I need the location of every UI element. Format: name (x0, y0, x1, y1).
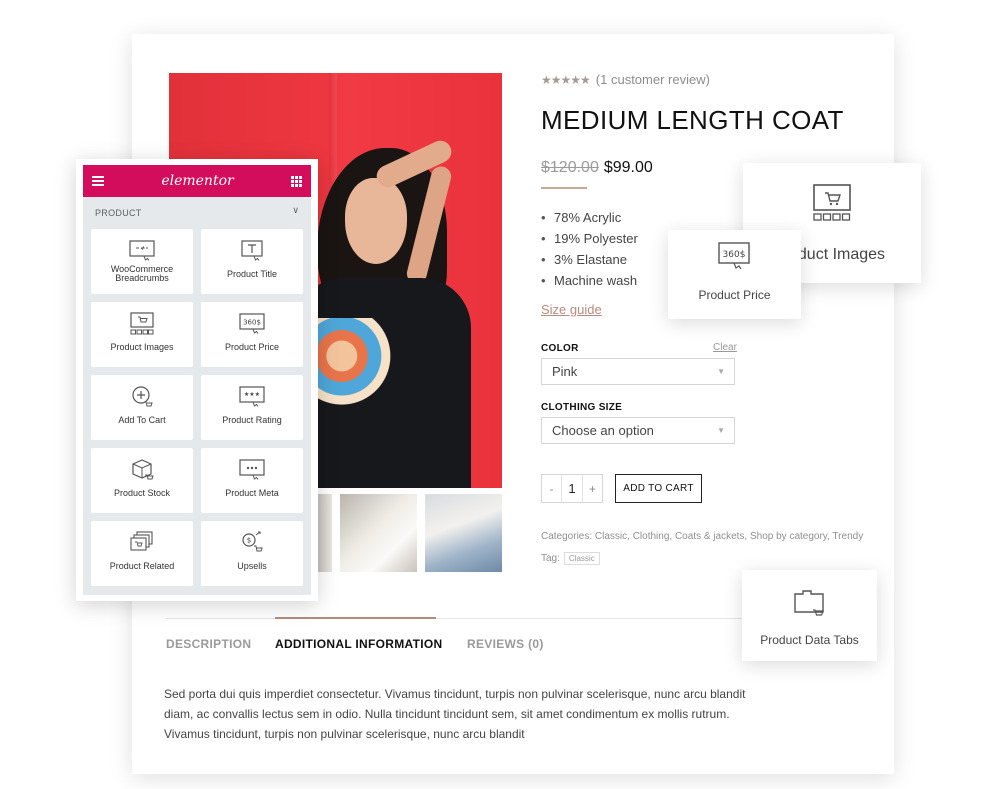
add-to-cart-button[interactable]: ADD TO CART (615, 474, 702, 503)
clothing-size-label: CLOTHING SIZE (541, 402, 623, 413)
product-price-icon: 360$ (239, 313, 265, 334)
widget-product-meta[interactable]: Product Meta (201, 448, 303, 513)
widget-label: Product Related (109, 561, 175, 571)
product-data-tabs-icon (794, 590, 824, 616)
widget-label: Add To Cart (118, 415, 166, 425)
svg-text:$: $ (247, 537, 251, 545)
widget-label: WooCommerce Breadcrumbs (110, 264, 174, 283)
widget-label: Product Meta (225, 488, 279, 498)
widget-product-images[interactable]: Product Images (91, 302, 193, 367)
feature-item: 78% Acrylic (541, 207, 638, 228)
tab-reviews[interactable]: REVIEWS (0) (467, 637, 544, 651)
review-count-link[interactable]: (1 customer review) (596, 72, 710, 87)
chevron-down-icon: ▼ (717, 426, 725, 435)
product-price-icon: 360$ (718, 242, 750, 270)
product-price: $120.00 $99.00 (541, 159, 653, 177)
svg-text:360$: 360$ (243, 319, 261, 327)
product-stock-icon (132, 459, 154, 480)
feature-item: 3% Elastane (541, 249, 638, 270)
widget-label: Product Price (224, 342, 280, 352)
product-title: MEDIUM LENGTH COAT (541, 105, 844, 135)
quantity-plus-button[interactable]: + (583, 482, 602, 496)
tag-link[interactable]: Classic (563, 552, 600, 565)
feature-item: Machine wash (541, 270, 638, 291)
star-rating-icon: ★★★★★ (541, 72, 591, 87)
add-to-cart-icon (132, 386, 153, 407)
price-divider (541, 187, 587, 189)
product-categories: Categories: Classic, Clothing, Coats & j… (541, 531, 864, 542)
clothing-size-select[interactable]: Choose an option ▼ (541, 417, 735, 444)
size-select-value: Choose an option (552, 423, 654, 438)
color-select-value: Pink (552, 364, 578, 379)
widget-product-title[interactable]: Product Title (201, 229, 303, 294)
product-thumbnail[interactable] (318, 494, 332, 572)
quantity-stepper[interactable]: - 1 + (541, 474, 603, 503)
product-thumbnail[interactable] (340, 494, 417, 572)
upsells-icon: $ (242, 531, 263, 552)
old-price: $120.00 (541, 159, 599, 176)
tab-description[interactable]: DESCRIPTION (166, 637, 251, 651)
product-price-card-label: Product Price (698, 288, 771, 302)
product-data-tabs-widget-card[interactable]: Product Data Tabs (742, 570, 877, 661)
widget-label: Product Images (110, 342, 174, 352)
tab-additional-information[interactable]: ADDITIONAL INFORMATION (275, 637, 442, 651)
sale-price: $99.00 (603, 159, 653, 176)
elementor-panel-body: PRODUCT ∨ WooCommerce Breadcrumbs Produc… (83, 197, 311, 595)
color-label: COLOR (541, 343, 579, 354)
widget-label: Product Rating (222, 415, 282, 425)
feature-list: 78% Acrylic 19% Polyester 3% Elastane Ma… (541, 207, 638, 291)
widget-product-stock[interactable]: Product Stock (91, 448, 193, 513)
stage: ★★★★★ (1 customer review) MEDIUM LENGTH … (0, 0, 997, 789)
widget-label: Upsells (237, 561, 267, 571)
breadcrumbs-icon (129, 240, 155, 261)
chevron-down-icon: ▼ (717, 367, 725, 376)
product-meta-icon (239, 459, 265, 480)
widget-upsells[interactable]: $ Upsells (201, 521, 303, 586)
widget-product-price[interactable]: 360$ Product Price (201, 302, 303, 367)
widget-product-rating[interactable]: ★★★ Product Rating (201, 375, 303, 440)
size-guide-link[interactable]: Size guide (541, 302, 602, 317)
product-rating: ★★★★★ (1 customer review) (541, 72, 710, 87)
product-data-tabs-card-label: Product Data Tabs (760, 633, 859, 647)
widget-label: Product Stock (113, 488, 171, 498)
color-select[interactable]: Pink ▼ (541, 358, 735, 385)
product-images-icon (130, 312, 154, 335)
elementor-logo: elementor (161, 173, 234, 189)
widget-label: Product Title (226, 269, 278, 279)
tabs-divider (166, 618, 768, 619)
widget-product-related[interactable]: Product Related (91, 521, 193, 586)
product-related-icon (130, 531, 153, 551)
quantity-input[interactable]: 1 (561, 475, 583, 502)
product-thumbnail[interactable] (425, 494, 502, 572)
svg-text:360$: 360$ (723, 250, 746, 260)
product-images-icon (813, 184, 851, 221)
chevron-down-icon[interactable]: ∨ (292, 205, 299, 216)
tag-label: Tag: (541, 553, 560, 564)
tab-content-text: Sed porta dui quis imperdiet consectetur… (164, 687, 746, 741)
svg-text:★★★: ★★★ (244, 391, 260, 398)
feature-item: 19% Polyester (541, 228, 638, 249)
active-tab-indicator (275, 617, 436, 619)
elementor-panel-header: elementor (83, 165, 311, 197)
product-rating-icon: ★★★ (239, 386, 265, 407)
widget-grid: WooCommerce Breadcrumbs Product Title Pr… (91, 229, 303, 586)
section-title-product[interactable]: PRODUCT (95, 208, 142, 218)
elementor-widget-panel: elementor PRODUCT ∨ WooCommerce Breadcru… (76, 159, 318, 601)
product-title-icon (241, 240, 263, 261)
widget-add-to-cart[interactable]: Add To Cart (91, 375, 193, 440)
clear-link[interactable]: Clear (713, 342, 737, 353)
product-price-widget-card[interactable]: 360$ Product Price (668, 230, 801, 319)
widgets-grid-icon[interactable] (291, 175, 302, 187)
quantity-minus-button[interactable]: - (542, 482, 561, 496)
product-tags: Tag: Classic (541, 552, 600, 565)
hamburger-menu-icon[interactable] (92, 176, 104, 186)
widget-woocommerce-breadcrumbs[interactable]: WooCommerce Breadcrumbs (91, 229, 193, 294)
